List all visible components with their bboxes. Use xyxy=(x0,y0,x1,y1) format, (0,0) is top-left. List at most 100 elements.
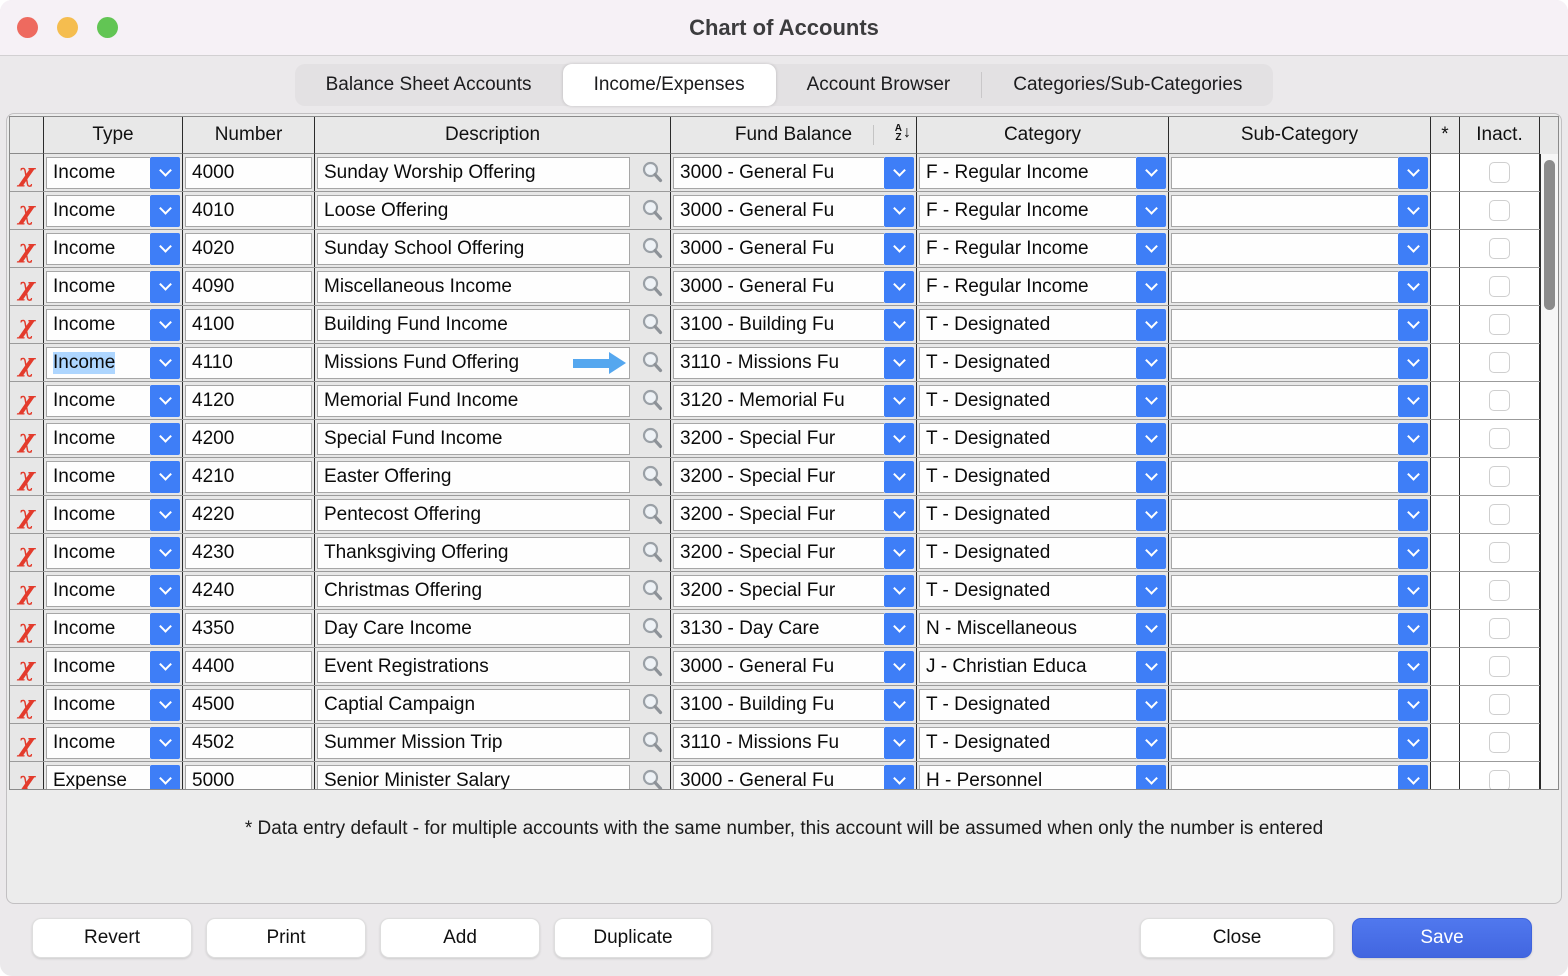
number-field[interactable]: 4400 xyxy=(185,651,312,683)
chevron-down-icon[interactable] xyxy=(1398,537,1428,569)
fund-balance-dropdown[interactable]: 3000 - General Fu xyxy=(673,233,914,265)
chevron-down-icon[interactable] xyxy=(1136,347,1166,379)
chevron-down-icon[interactable] xyxy=(1398,727,1428,759)
delete-row-icon[interactable]: χ xyxy=(18,464,34,489)
sub-category-dropdown[interactable] xyxy=(1171,537,1428,569)
chevron-down-icon[interactable] xyxy=(1398,347,1428,379)
type-dropdown[interactable]: Income xyxy=(46,347,180,379)
inactive-checkbox[interactable] xyxy=(1489,200,1510,221)
type-dropdown[interactable]: Income xyxy=(46,385,180,417)
inactive-checkbox[interactable] xyxy=(1489,694,1510,715)
chevron-down-icon[interactable] xyxy=(884,537,914,569)
type-dropdown[interactable]: Expense xyxy=(46,765,180,791)
chevron-down-icon[interactable] xyxy=(884,461,914,493)
chevron-down-icon[interactable] xyxy=(1398,423,1428,455)
lookup-magnifier-icon[interactable] xyxy=(636,423,668,455)
category-dropdown[interactable]: N - Miscellaneous xyxy=(919,613,1166,645)
header-category[interactable]: Category xyxy=(917,117,1169,154)
category-dropdown[interactable]: F - Regular Income xyxy=(919,271,1166,303)
fund-balance-dropdown[interactable]: 3130 - Day Care xyxy=(673,613,914,645)
lookup-magnifier-icon[interactable] xyxy=(636,613,668,645)
chevron-down-icon[interactable] xyxy=(1136,499,1166,531)
delete-row-icon[interactable]: χ xyxy=(18,616,34,641)
fund-balance-dropdown[interactable]: 3200 - Special Fur xyxy=(673,461,914,493)
description-field[interactable]: Pentecost Offering xyxy=(317,499,630,531)
chevron-down-icon[interactable] xyxy=(150,233,180,265)
chevron-down-icon[interactable] xyxy=(884,765,914,791)
default-star-cell[interactable] xyxy=(1431,306,1460,343)
description-field[interactable]: Loose Offering xyxy=(317,195,630,227)
default-star-cell[interactable] xyxy=(1431,762,1460,790)
delete-row-icon[interactable]: χ xyxy=(18,350,34,375)
description-field[interactable]: Special Fund Income xyxy=(317,423,630,455)
inactive-checkbox[interactable] xyxy=(1489,504,1510,525)
lookup-magnifier-icon[interactable] xyxy=(636,537,668,569)
category-dropdown[interactable]: T - Designated xyxy=(919,537,1166,569)
close-button[interactable]: Close xyxy=(1140,918,1334,958)
fund-balance-dropdown[interactable]: 3000 - General Fu xyxy=(673,651,914,683)
number-field[interactable]: 4230 xyxy=(185,537,312,569)
lookup-magnifier-icon[interactable] xyxy=(636,765,668,791)
inactive-checkbox[interactable] xyxy=(1489,276,1510,297)
header-default-star[interactable]: * xyxy=(1431,117,1460,154)
chevron-down-icon[interactable] xyxy=(1398,157,1428,189)
delete-row-icon[interactable]: χ xyxy=(18,274,34,299)
tab-categories-sub-categories[interactable]: Categories/Sub-Categories xyxy=(982,64,1273,106)
delete-row-icon[interactable]: χ xyxy=(18,312,34,337)
duplicate-button[interactable]: Duplicate xyxy=(554,918,712,958)
type-dropdown[interactable]: Income xyxy=(46,309,180,341)
chevron-down-icon[interactable] xyxy=(884,385,914,417)
category-dropdown[interactable]: T - Designated xyxy=(919,423,1166,455)
chevron-down-icon[interactable] xyxy=(150,385,180,417)
sub-category-dropdown[interactable] xyxy=(1171,423,1428,455)
chevron-down-icon[interactable] xyxy=(1398,689,1428,721)
number-field[interactable]: 4210 xyxy=(185,461,312,493)
sub-category-dropdown[interactable] xyxy=(1171,195,1428,227)
type-dropdown[interactable]: Income xyxy=(46,461,180,493)
number-field[interactable]: 4350 xyxy=(185,613,312,645)
chevron-down-icon[interactable] xyxy=(1398,613,1428,645)
description-field[interactable]: Christmas Offering xyxy=(317,575,630,607)
default-star-cell[interactable] xyxy=(1431,724,1460,761)
chevron-down-icon[interactable] xyxy=(150,157,180,189)
inactive-checkbox[interactable] xyxy=(1489,238,1510,259)
header-number[interactable]: Number xyxy=(183,117,315,154)
lookup-magnifier-icon[interactable] xyxy=(636,689,668,721)
number-field[interactable]: 4240 xyxy=(185,575,312,607)
category-dropdown[interactable]: T - Designated xyxy=(919,309,1166,341)
default-star-cell[interactable] xyxy=(1431,686,1460,723)
inactive-checkbox[interactable] xyxy=(1489,390,1510,411)
header-inactive[interactable]: Inact. xyxy=(1460,117,1540,154)
default-star-cell[interactable] xyxy=(1431,610,1460,647)
chevron-down-icon[interactable] xyxy=(884,689,914,721)
delete-row-icon[interactable]: χ xyxy=(18,578,34,603)
inactive-checkbox[interactable] xyxy=(1489,428,1510,449)
category-dropdown[interactable]: F - Regular Income xyxy=(919,195,1166,227)
inactive-checkbox[interactable] xyxy=(1489,656,1510,677)
fund-balance-dropdown[interactable]: 3110 - Missions Fu xyxy=(673,727,914,759)
fund-balance-dropdown[interactable]: 3200 - Special Fur xyxy=(673,423,914,455)
chevron-down-icon[interactable] xyxy=(1398,461,1428,493)
description-field[interactable]: Summer Mission Trip xyxy=(317,727,630,759)
fund-balance-dropdown[interactable]: 3000 - General Fu xyxy=(673,157,914,189)
delete-row-icon[interactable]: χ xyxy=(18,502,34,527)
chevron-down-icon[interactable] xyxy=(1136,765,1166,791)
number-field[interactable]: 4000 xyxy=(185,157,312,189)
type-dropdown[interactable]: Income xyxy=(46,613,180,645)
delete-row-icon[interactable]: χ xyxy=(18,388,34,413)
lookup-magnifier-icon[interactable] xyxy=(636,385,668,417)
type-dropdown[interactable]: Income xyxy=(46,423,180,455)
category-dropdown[interactable]: T - Designated xyxy=(919,689,1166,721)
type-dropdown[interactable]: Income xyxy=(46,499,180,531)
chevron-down-icon[interactable] xyxy=(1398,309,1428,341)
description-field[interactable]: Sunday Worship Offering xyxy=(317,157,630,189)
lookup-magnifier-icon[interactable] xyxy=(636,195,668,227)
type-dropdown[interactable]: Income xyxy=(46,651,180,683)
delete-row-icon[interactable]: χ xyxy=(18,654,34,679)
chevron-down-icon[interactable] xyxy=(1136,233,1166,265)
default-star-cell[interactable] xyxy=(1431,648,1460,685)
sub-category-dropdown[interactable] xyxy=(1171,385,1428,417)
description-field[interactable]: Day Care Income xyxy=(317,613,630,645)
category-dropdown[interactable]: T - Designated xyxy=(919,385,1166,417)
sub-category-dropdown[interactable] xyxy=(1171,727,1428,759)
